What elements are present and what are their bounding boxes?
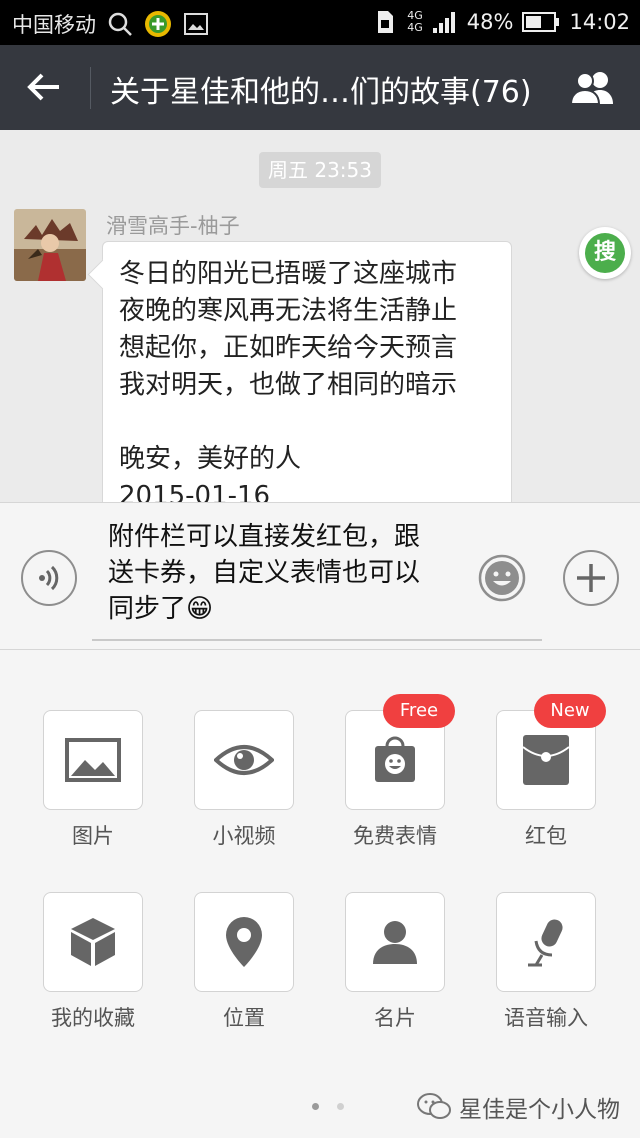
- clock: 14:02: [569, 10, 630, 34]
- attachment-label: 图片: [72, 824, 114, 848]
- input-bar: 附件栏可以直接发红包，跟 送卡券，自定义表情也可以 同步了😁: [0, 502, 640, 650]
- network-type: 4G 4G: [407, 10, 423, 34]
- battery-icon: [521, 8, 561, 36]
- chat-header: 关于星佳和他的…们的故事(76): [0, 45, 640, 130]
- attachment-video[interactable]: 小视频: [181, 710, 311, 850]
- battery-percent: 48%: [466, 10, 514, 34]
- attachment-location[interactable]: 位置: [181, 892, 311, 1032]
- attachment-image[interactable]: 图片: [30, 710, 160, 850]
- attachment-voice-input-tile[interactable]: [496, 892, 596, 992]
- eye-icon: [214, 745, 274, 775]
- sim-card-icon: [371, 8, 399, 36]
- input-text-line: 附件栏可以直接发红包，跟: [108, 522, 421, 552]
- message-line: 想起你，正如昨天给今天预言: [119, 333, 458, 363]
- group-members-icon: [569, 72, 613, 105]
- wechat-logo-icon: [417, 1093, 451, 1119]
- back-button[interactable]: [20, 63, 68, 111]
- person-card-icon: [373, 921, 417, 964]
- attachment-image-tile[interactable]: [43, 710, 143, 810]
- attachment-panel: 图片 小视频 Free 免费表情 New 红包 我的收藏 位置 名片 语音输入: [0, 650, 640, 1138]
- attachment-favorites-tile[interactable]: [43, 892, 143, 992]
- voice-toggle-button[interactable]: [21, 550, 77, 606]
- message-line: 冬日的阳光已捂暖了这座城市: [119, 259, 458, 289]
- sticker-bag-icon: [375, 736, 415, 782]
- watermark: 星佳是个小人物: [417, 1090, 620, 1124]
- location-pin-icon: [226, 917, 262, 967]
- page-indicator: [312, 1103, 344, 1110]
- message-timestamp: 周五 23:53: [259, 152, 381, 188]
- message-line: 晚安，美好的人: [119, 444, 302, 474]
- search-fab-label: 搜: [585, 233, 625, 273]
- emoji-button[interactable]: [474, 550, 530, 606]
- attachment-label: 我的收藏: [51, 1006, 135, 1030]
- image-icon: [65, 738, 121, 782]
- red-packet-icon: [522, 735, 570, 785]
- attachment-video-tile[interactable]: [194, 710, 294, 810]
- smiley-icon: [478, 554, 526, 602]
- search-status-icon: [106, 10, 134, 38]
- new-badge: New: [534, 694, 606, 728]
- signal-strength-icon: [431, 8, 459, 36]
- attachment-label: 语音输入: [504, 1006, 588, 1030]
- cube-icon: [71, 918, 115, 966]
- sender-name: 滑雪高手-柚子: [106, 214, 240, 238]
- input-text-line: 送卡券，自定义表情也可以: [108, 558, 421, 588]
- message-line: 夜晚的寒风再无法将生活静止: [119, 296, 458, 326]
- attachment-label: 红包: [525, 824, 567, 848]
- attachment-contact-card-tile[interactable]: [345, 892, 445, 992]
- page-dot-active: [312, 1103, 319, 1110]
- attachment-location-tile[interactable]: [194, 892, 294, 992]
- voice-wave-icon: [39, 565, 59, 591]
- attachment-label: 免费表情: [353, 824, 437, 848]
- attachment-contact-card[interactable]: 名片: [332, 892, 462, 1032]
- plus-icon: [577, 564, 605, 592]
- microphone-icon: [528, 919, 563, 967]
- status-bar: 中国移动 4G 4G 48% 14:02: [0, 0, 640, 45]
- back-arrow-icon: [27, 73, 59, 101]
- page-dot-inactive: [337, 1103, 344, 1110]
- gallery-status-icon: [182, 10, 210, 38]
- network-bottom-label: 4G: [407, 21, 423, 34]
- attachment-voice-input[interactable]: 语音输入: [483, 892, 613, 1032]
- more-actions-button[interactable]: [563, 550, 619, 606]
- attachment-label: 小视频: [212, 824, 276, 848]
- attachment-red-packet[interactable]: New 红包: [483, 694, 613, 850]
- carrier-name: 中国移动: [12, 13, 96, 37]
- message-line: 我对明天，也做了相同的暗示: [119, 370, 458, 400]
- chat-area[interactable]: 周五 23:53 滑雪高手-柚子 冬日的阳光已捂暖了这座城市 夜晚的寒风再无法将…: [0, 130, 640, 502]
- input-text-line: 同步了😁: [108, 594, 214, 624]
- header-divider: [90, 67, 91, 109]
- app-notification-icon: [144, 10, 172, 38]
- attachment-favorites[interactable]: 我的收藏: [30, 892, 160, 1032]
- message-line: 2015-01-16: [119, 481, 271, 502]
- message-bubble[interactable]: 冬日的阳光已捂暖了这座城市 夜晚的寒风再无法将生活静止 想起你，正如昨天给今天预…: [102, 241, 512, 502]
- watermark-text: 星佳是个小人物: [459, 1097, 620, 1123]
- chat-title: 关于星佳和他的…们的故事(76): [110, 75, 532, 110]
- attachment-label: 名片: [374, 1006, 416, 1030]
- free-badge: Free: [383, 694, 455, 728]
- attachment-label: 位置: [223, 1006, 265, 1030]
- search-fab-button[interactable]: 搜: [579, 227, 631, 279]
- attachment-stickers[interactable]: Free 免费表情: [332, 694, 462, 850]
- group-members-button[interactable]: [568, 65, 618, 111]
- sender-avatar[interactable]: [14, 209, 86, 281]
